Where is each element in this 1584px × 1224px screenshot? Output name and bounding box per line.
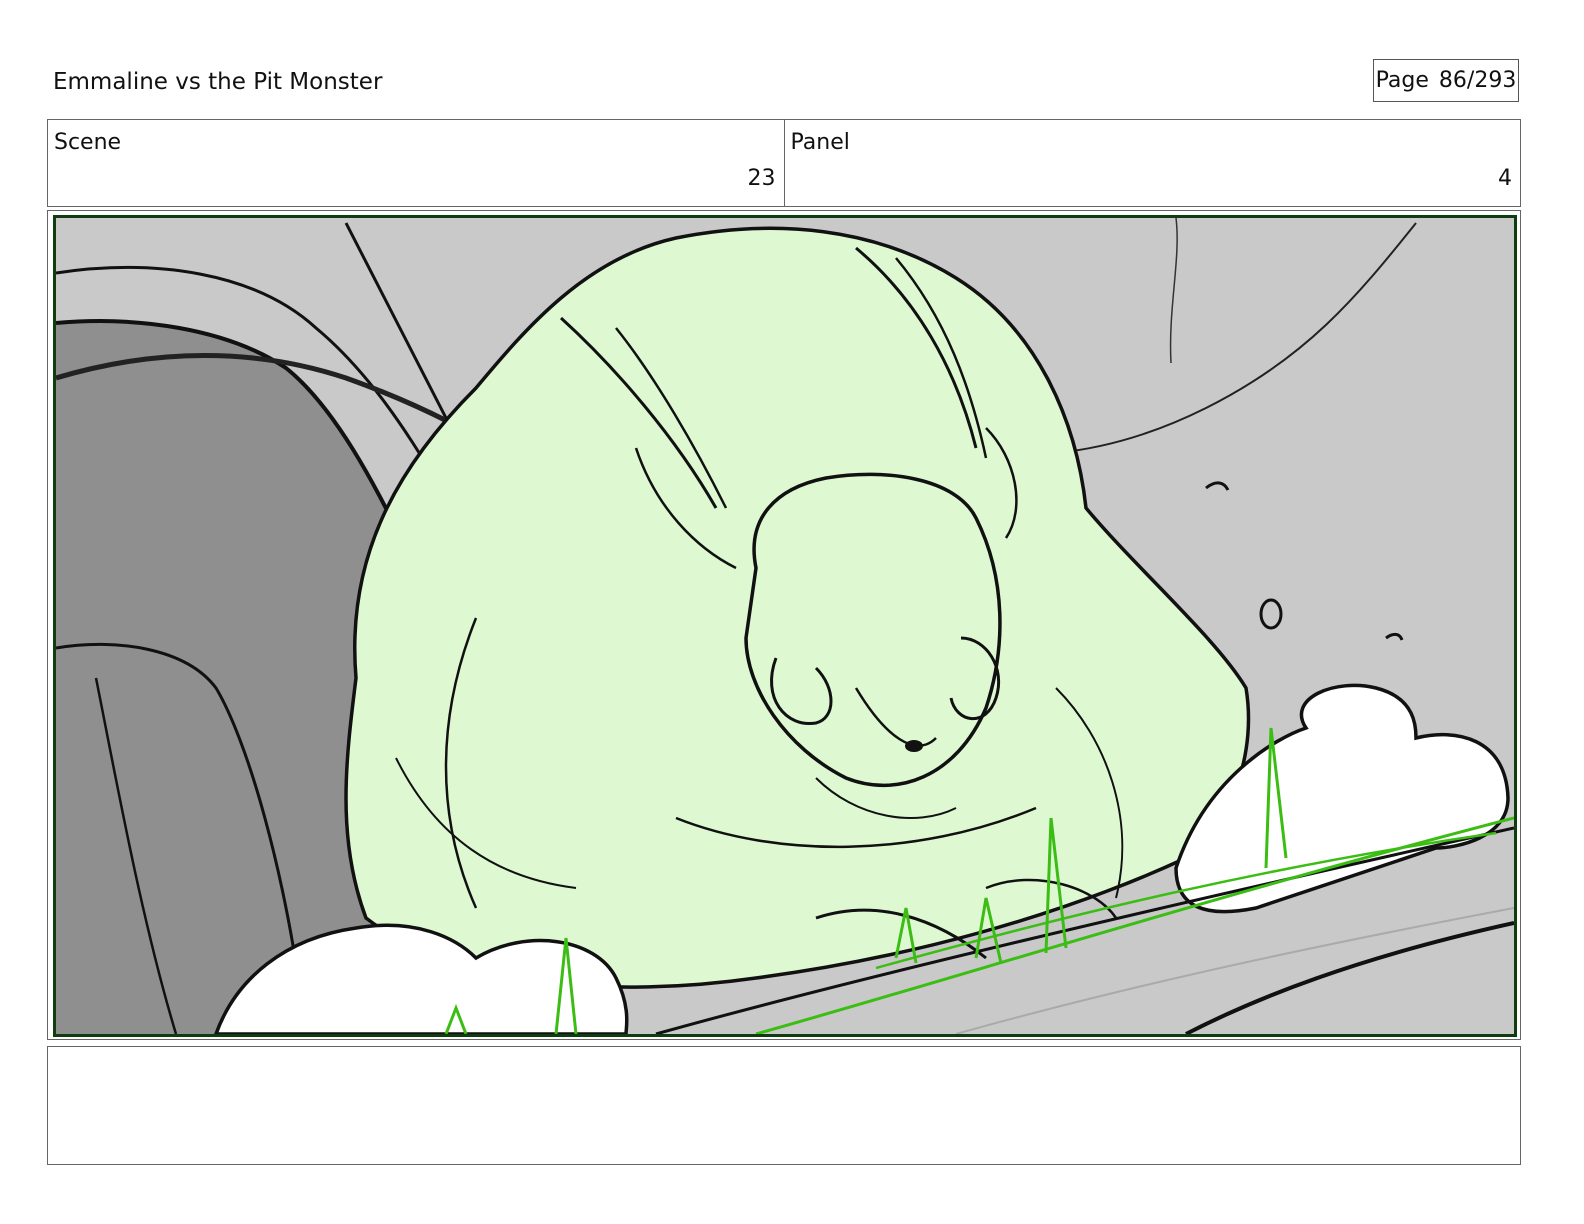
storyboard-panel-drawing bbox=[53, 215, 1517, 1037]
panel-label: Panel bbox=[790, 130, 850, 155]
page-number: 86/293 bbox=[1438, 68, 1517, 93]
panel-notes-box bbox=[47, 1046, 1521, 1165]
scene-label: Scene bbox=[54, 130, 122, 155]
panel-cell: Panel 4 bbox=[783, 120, 1521, 206]
page-indicator: Page 86/293 bbox=[1373, 59, 1519, 102]
scene-panel-table: Scene 23 Panel 4 bbox=[47, 119, 1521, 207]
panel-number: 4 bbox=[1498, 166, 1512, 191]
storyboard-title: Emmaline vs the Pit Monster bbox=[53, 69, 383, 95]
page-label: Page bbox=[1375, 68, 1429, 93]
scene-cell: Scene 23 bbox=[48, 120, 784, 206]
creature-sketch bbox=[56, 218, 1514, 1034]
scene-number: 23 bbox=[747, 166, 776, 191]
